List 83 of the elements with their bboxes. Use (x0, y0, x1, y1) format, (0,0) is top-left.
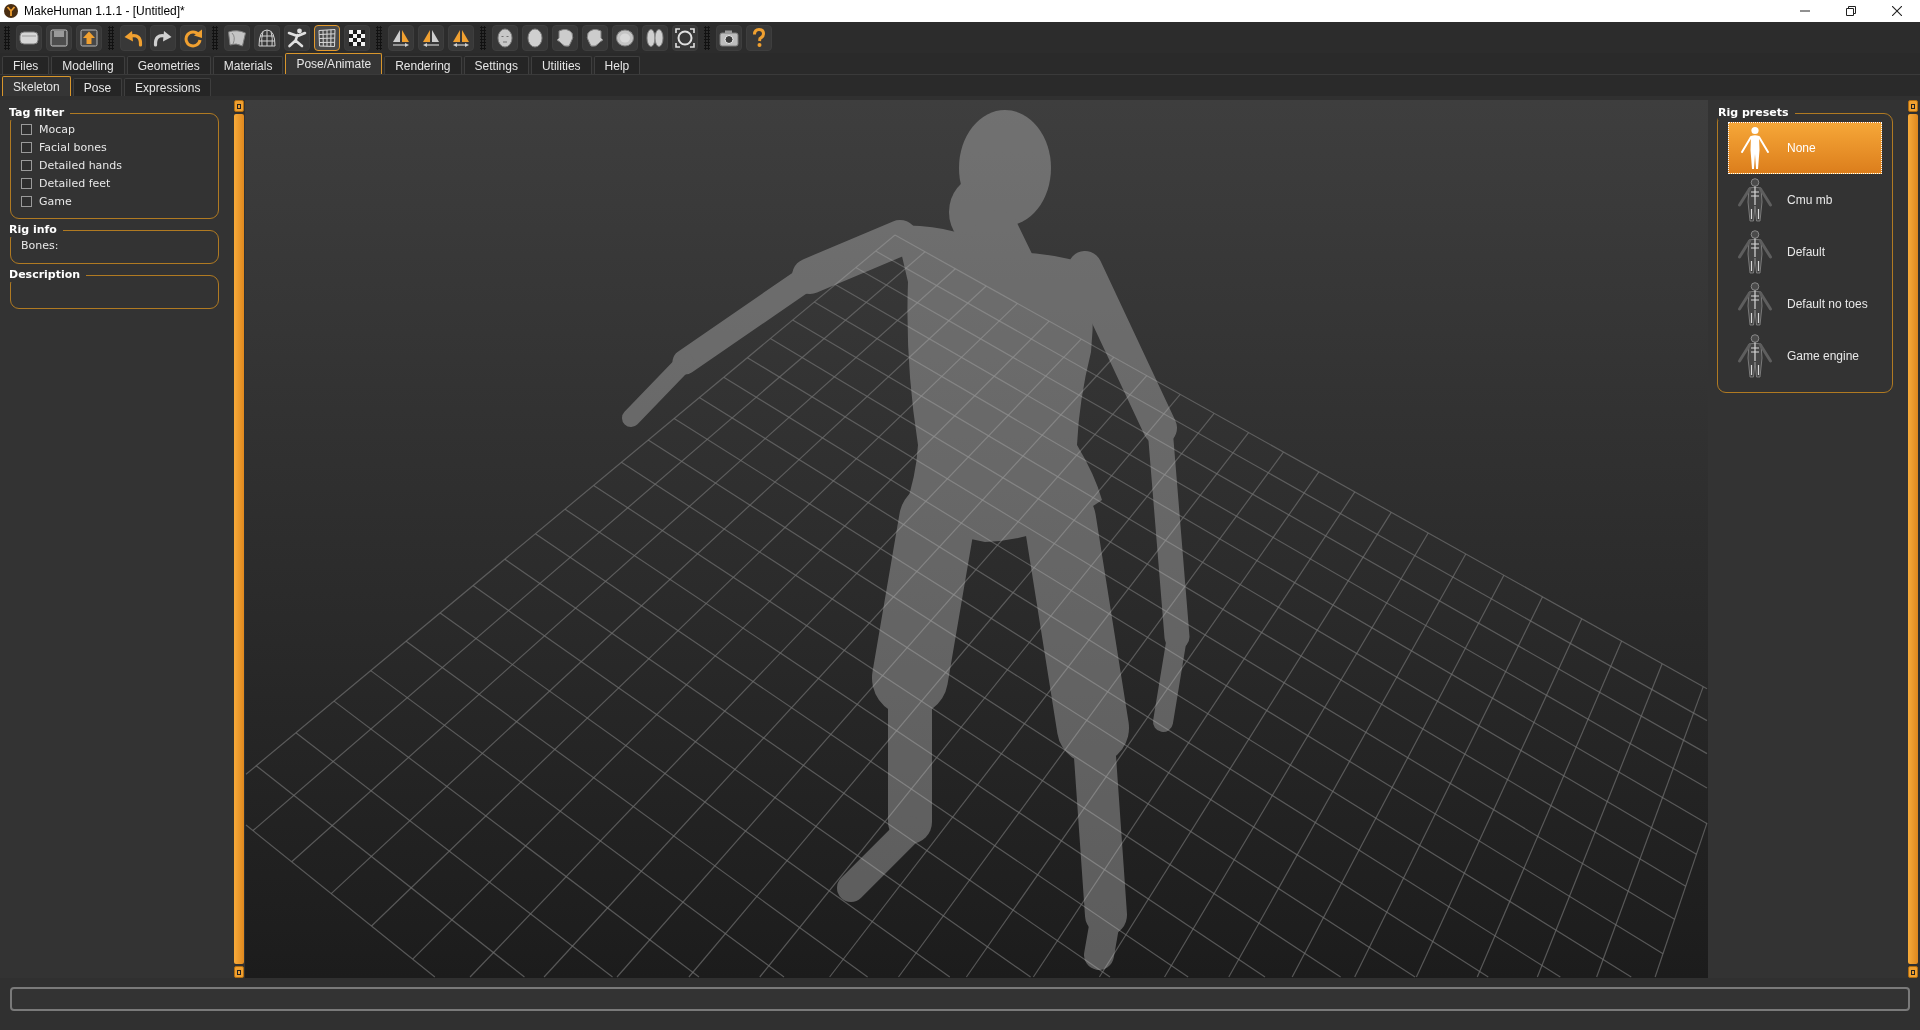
toolbar-button[interactable] (344, 24, 370, 51)
scroll-up-button[interactable] (234, 100, 244, 112)
group-title: Tag filter (9, 106, 66, 120)
checkbox-label[interactable]: Mocap (39, 122, 75, 136)
toolbar-button[interactable] (16, 24, 42, 51)
scroll-down-button[interactable] (234, 966, 244, 978)
toolbar-button[interactable] (418, 24, 444, 51)
restore-icon (1846, 6, 1856, 16)
group-title: Rig presets (1718, 106, 1790, 120)
face-front-icon (495, 27, 515, 48)
head-left-icon (555, 27, 575, 48)
bones-label: Bones: (20, 238, 60, 254)
rig-preset-item[interactable]: Cmu mb (1728, 174, 1882, 226)
subtab[interactable]: Pose (72, 78, 123, 96)
checkbox[interactable] (21, 159, 32, 171)
skeleton-figure-icon (1737, 282, 1773, 326)
group-title: Rig info (9, 223, 58, 237)
viewport-3d[interactable] (245, 100, 1708, 978)
toolbar-button[interactable] (672, 24, 698, 51)
toolbar-button[interactable] (522, 24, 548, 51)
rig-preset-item[interactable]: Game engine (1728, 330, 1882, 382)
skeleton-figure-icon (1737, 178, 1773, 222)
head-back-icon (525, 27, 545, 48)
toolbar-button[interactable] (582, 24, 608, 51)
toolbar-button[interactable] (224, 24, 250, 51)
menu-tab[interactable]: Modelling (51, 56, 125, 74)
cloth-icon (227, 27, 247, 48)
scroll-down-button[interactable] (1908, 966, 1918, 978)
skeleton-figure-icon (1737, 334, 1773, 378)
rig-preset-item[interactable]: Default no toes (1728, 278, 1882, 330)
checkbox-label[interactable]: Detailed feet (39, 176, 111, 190)
frame-icon (675, 27, 695, 48)
close-icon (1892, 6, 1902, 16)
head-bottom-icon (645, 27, 665, 48)
toolbar-button[interactable] (492, 24, 518, 51)
checkbox[interactable] (21, 195, 32, 207)
group-title: Description (9, 268, 82, 282)
head-right-icon (585, 27, 605, 48)
rig-preset-item[interactable]: Default (1728, 226, 1882, 278)
scroll-up-button[interactable] (1908, 100, 1918, 112)
toolbar-button[interactable] (716, 24, 742, 51)
checkbox-label[interactable]: Game (39, 194, 72, 208)
checkbox[interactable] (21, 177, 32, 189)
app-logo-icon (4, 4, 18, 18)
scrollbar-thumb[interactable] (234, 114, 244, 964)
menu-tab[interactable]: Geometries (126, 56, 211, 74)
toolbar-button[interactable] (150, 24, 176, 51)
posed-figure-icon (287, 27, 307, 48)
checkbox[interactable] (21, 141, 32, 153)
toolbar-button[interactable] (254, 24, 280, 51)
skeleton-figure-icon (1737, 230, 1773, 274)
window-title: MakeHuman 1.1.1 - [Untitled]* (24, 4, 185, 18)
toolbar-button[interactable] (314, 24, 340, 51)
menu-tab[interactable]: Help (593, 56, 641, 74)
toolbar-button[interactable] (612, 24, 638, 51)
subtab[interactable]: Skeleton (2, 76, 71, 96)
menu-tab[interactable]: Utilities (530, 56, 592, 74)
wireframe-sphere-icon (257, 27, 277, 48)
grid-icon (317, 27, 337, 48)
refresh-icon (183, 27, 203, 48)
menu-tab[interactable]: Files (2, 56, 50, 74)
toolbar-button[interactable] (120, 24, 146, 51)
upload-icon (79, 27, 99, 48)
subtab[interactable]: Expressions (124, 78, 212, 96)
menu-tab[interactable]: Settings (463, 56, 529, 74)
toolbar-button[interactable] (746, 24, 772, 51)
toolbar-button[interactable] (448, 24, 474, 51)
checkerboard-icon (347, 27, 367, 48)
checkbox-label[interactable]: Facial bones (39, 140, 107, 154)
toolbar-button[interactable] (76, 24, 102, 51)
menu-tab[interactable]: Rendering (384, 56, 462, 74)
save-icon (49, 27, 69, 48)
toolbar-button[interactable] (642, 24, 668, 51)
scrollbar-thumb[interactable] (1908, 114, 1918, 964)
toolbar-button[interactable] (552, 24, 578, 51)
menu-tab[interactable]: Materials (212, 56, 284, 74)
toolbar-button[interactable] (388, 24, 414, 51)
checkbox[interactable] (21, 123, 32, 135)
head-top-icon (615, 27, 635, 48)
menu-tab[interactable]: Pose/Animate (285, 53, 383, 74)
toolbar-button[interactable] (180, 24, 206, 51)
checkbox-label[interactable]: Detailed hands (39, 158, 123, 172)
toolbar-button[interactable] (284, 24, 310, 51)
